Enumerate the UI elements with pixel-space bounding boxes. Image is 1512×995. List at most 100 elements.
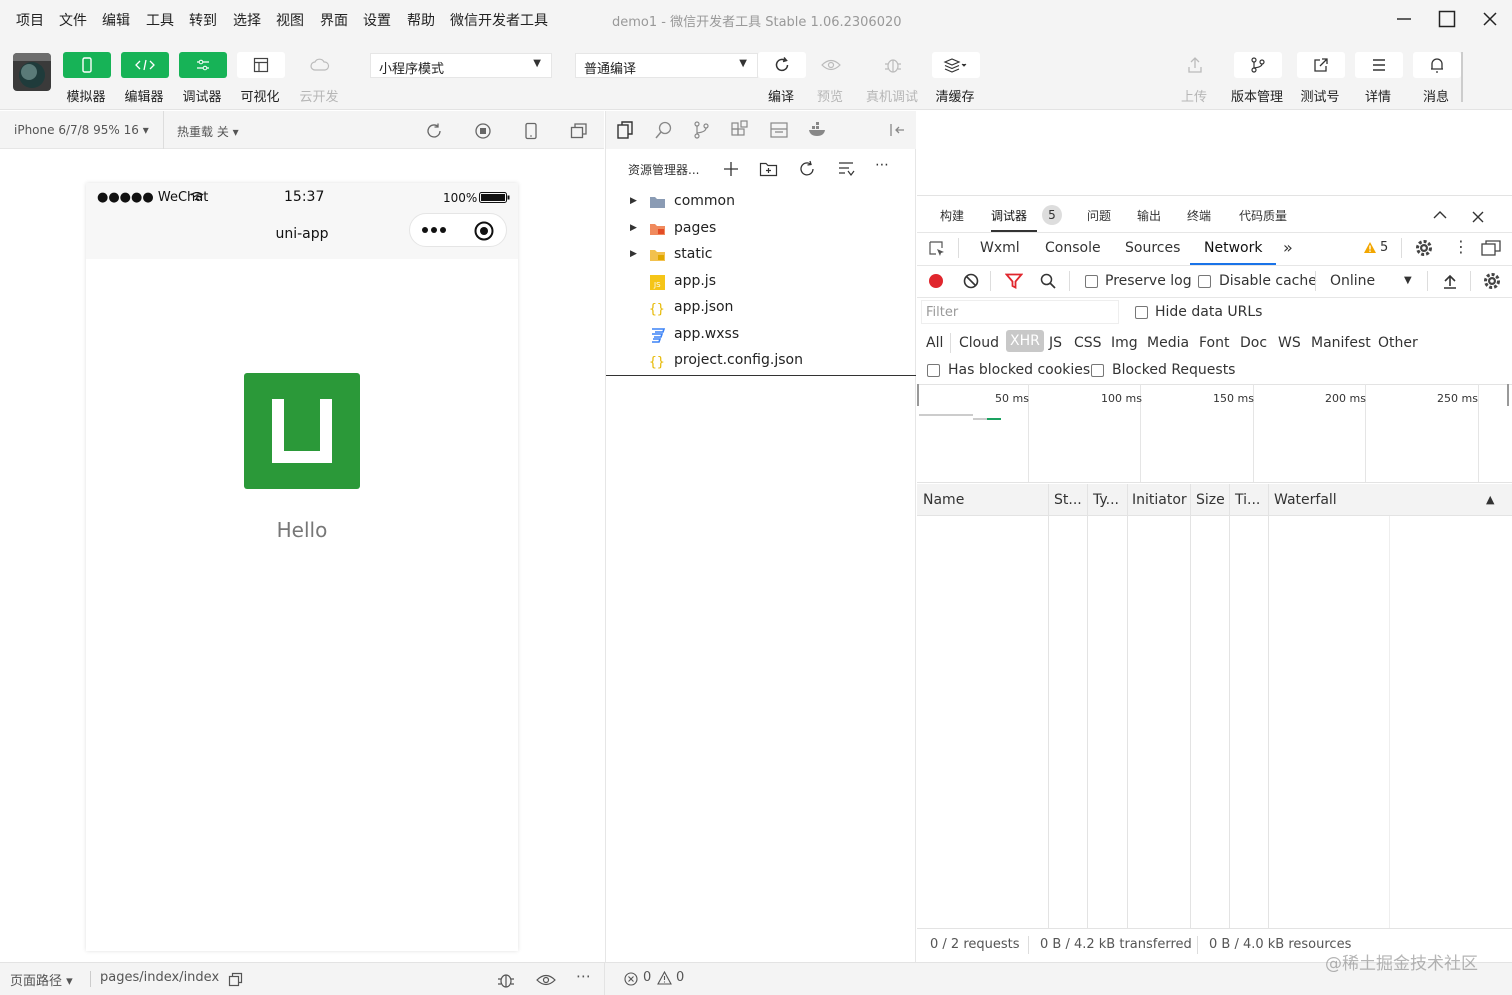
hide-data-urls-checkbox[interactable] <box>1135 306 1148 319</box>
throttle-select[interactable]: Online <box>1330 273 1375 289</box>
column-status[interactable]: St... <box>1054 492 1082 508</box>
tree-item-app-wxss[interactable]: app.wxss <box>606 323 916 349</box>
tab-code-quality[interactable]: 代码质量 <box>1239 207 1287 224</box>
clear-cache-tool[interactable]: 清缓存 <box>929 52 981 112</box>
copy-icon[interactable] <box>228 972 243 987</box>
tab-console[interactable]: Console <box>1045 240 1101 256</box>
column-size[interactable]: Size <box>1196 492 1225 508</box>
refresh-icon[interactable] <box>798 160 816 178</box>
preserve-log-checkbox[interactable] <box>1085 275 1098 288</box>
editor-tool[interactable]: 编辑器 <box>118 52 170 112</box>
filter-manifest[interactable]: Manifest <box>1311 335 1371 351</box>
add-file-icon[interactable] <box>723 161 739 177</box>
gear-icon[interactable] <box>1415 239 1433 257</box>
filter-media[interactable]: Media <box>1147 335 1189 351</box>
hot-reload-select[interactable]: 热重载 关 ▾ <box>177 123 239 140</box>
more-options-icon[interactable]: ⋯ <box>576 967 591 985</box>
column-name[interactable]: Name <box>923 492 964 508</box>
menu-file[interactable]: 文件 <box>59 10 87 30</box>
filter-font[interactable]: Font <box>1199 335 1229 351</box>
more-actions-icon[interactable]: ⋯ <box>875 157 889 173</box>
test-account-tool[interactable]: 测试号 <box>1294 52 1346 112</box>
close-window-button[interactable] <box>1477 8 1503 30</box>
filter-xhr[interactable]: XHR <box>1006 330 1044 352</box>
avatar[interactable] <box>13 53 51 91</box>
filter-icon[interactable] <box>1005 273 1023 289</box>
sort-asc-icon[interactable]: ▲ <box>1486 493 1494 506</box>
source-control-icon[interactable] <box>692 120 712 140</box>
rotate-button[interactable] <box>425 122 443 140</box>
version-tool[interactable]: 版本管理 <box>1231 52 1283 112</box>
tree-item-pages[interactable]: ▶ pages <box>606 217 916 243</box>
page-path-select[interactable]: 页面路径 ▾ <box>10 970 73 989</box>
tab-output[interactable]: 输出 <box>1137 207 1161 224</box>
kebab-menu-icon[interactable]: ⋮ <box>1453 237 1469 256</box>
visual-tool[interactable]: 可视化 <box>234 52 286 112</box>
collapse-all-icon[interactable] <box>837 161 855 177</box>
blocked-requests-checkbox[interactable] <box>1091 364 1104 377</box>
warnings-count[interactable]: 5 <box>1380 240 1388 255</box>
menu-edit[interactable]: 编辑 <box>102 10 130 30</box>
import-har-icon[interactable] <box>1442 273 1458 289</box>
inspect-icon[interactable] <box>928 240 946 258</box>
messages-tool[interactable]: 消息 <box>1410 52 1462 112</box>
record-icon[interactable] <box>928 273 944 289</box>
network-settings-icon[interactable] <box>1483 272 1501 290</box>
preview-tool[interactable]: 预览 <box>804 52 856 112</box>
more-icon[interactable] <box>420 224 450 236</box>
filter-css[interactable]: CSS <box>1074 335 1102 351</box>
debugger-tool[interactable]: 调试器 <box>176 52 228 112</box>
column-waterfall[interactable]: Waterfall <box>1274 492 1337 508</box>
search-icon[interactable] <box>654 120 674 140</box>
detach-button[interactable] <box>570 122 588 140</box>
tab-debugger[interactable]: 调试器 <box>991 207 1027 224</box>
docker-icon[interactable] <box>807 120 829 140</box>
filter-input[interactable]: Filter <box>921 300 1119 324</box>
dock-icon[interactable] <box>1481 240 1501 256</box>
files-icon[interactable] <box>616 120 636 140</box>
timeline-handle-right[interactable] <box>1507 384 1509 406</box>
stop-button[interactable] <box>474 122 492 140</box>
tab-sources[interactable]: Sources <box>1125 240 1180 256</box>
close-icon[interactable] <box>1472 211 1484 223</box>
eye-icon[interactable] <box>536 973 556 987</box>
tab-wxml[interactable]: Wxml <box>980 240 1020 256</box>
clear-icon[interactable] <box>963 273 979 289</box>
remote-debug-tool[interactable]: 真机调试 <box>866 52 918 112</box>
column-type[interactable]: Ty... <box>1093 492 1119 508</box>
menu-tools[interactable]: 工具 <box>146 10 174 30</box>
tab-terminal[interactable]: 终端 <box>1187 207 1211 224</box>
close-miniprogram-icon[interactable] <box>473 220 495 242</box>
filter-img[interactable]: Img <box>1111 335 1138 351</box>
cloud-tool[interactable]: 云开发 <box>293 52 345 112</box>
extensions-icon[interactable] <box>730 120 750 140</box>
filter-other[interactable]: Other <box>1378 335 1418 351</box>
compile-select[interactable]: 普通编译 ▼ <box>575 53 758 78</box>
tab-build[interactable]: 构建 <box>940 207 964 224</box>
warning-icon[interactable] <box>657 971 672 985</box>
column-time[interactable]: Ti... <box>1235 492 1260 508</box>
simulator-tool[interactable]: 模拟器 <box>60 52 112 112</box>
device-select[interactable]: iPhone 6/7/8 95% 16 ▾ <box>14 123 149 137</box>
blocked-cookies-checkbox[interactable] <box>927 364 940 377</box>
device-button[interactable] <box>523 122 539 140</box>
tree-item-app-js[interactable]: JS app.js <box>606 270 916 296</box>
menu-project[interactable]: 项目 <box>16 10 44 30</box>
tree-item-common[interactable]: ▶ common <box>606 190 916 216</box>
chevron-down-icon[interactable]: ▼ <box>1404 275 1412 286</box>
menu-help[interactable]: 帮助 <box>407 10 435 30</box>
column-initiator[interactable]: Initiator <box>1132 492 1187 508</box>
filter-cloud[interactable]: Cloud <box>959 335 999 351</box>
menu-select[interactable]: 选择 <box>233 10 261 30</box>
minimize-button[interactable] <box>1391 8 1417 30</box>
timeline-handle-left[interactable] <box>917 384 919 406</box>
menu-wechat-devtools[interactable]: 微信开发者工具 <box>450 10 548 30</box>
menu-settings[interactable]: 设置 <box>363 10 391 30</box>
more-tabs-icon[interactable]: » <box>1283 238 1293 257</box>
filter-all[interactable]: All <box>926 335 943 351</box>
menu-view[interactable]: 视图 <box>276 10 304 30</box>
menu-goto[interactable]: 转到 <box>189 10 217 30</box>
tab-issues[interactable]: 问题 <box>1087 207 1111 224</box>
collapse-panel-icon[interactable] <box>888 121 906 139</box>
tree-item-app-json[interactable]: {} app.json <box>606 296 916 322</box>
